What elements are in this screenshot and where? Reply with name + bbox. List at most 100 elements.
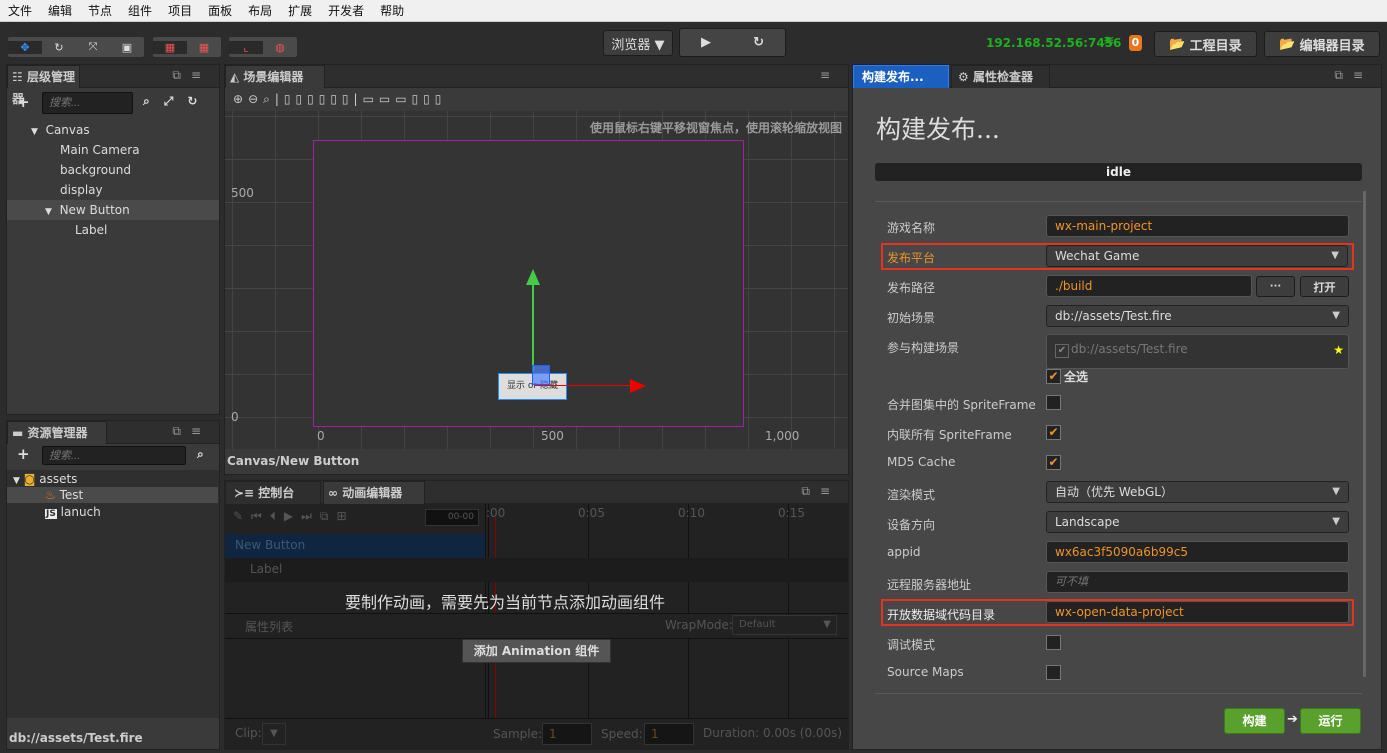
start-scene-select[interactable]: db://assets/Test.fire ▼ xyxy=(1046,305,1349,327)
menu-edit[interactable]: 编辑 xyxy=(48,2,72,19)
path-input[interactable]: ./build xyxy=(1046,275,1252,297)
editor-dir-button[interactable]: 📂 编辑器目录 xyxy=(1264,31,1380,57)
tree-node[interactable]: Main Camera xyxy=(60,143,140,157)
select-all-checkbox[interactable]: ✔ xyxy=(1046,369,1061,384)
browse-button[interactable]: ··· xyxy=(1256,276,1295,297)
tab-hierarchy[interactable]: ☷ 层级管理器 xyxy=(7,65,80,106)
menu-help[interactable]: 帮助 xyxy=(380,2,404,19)
notification-badge[interactable]: 0 xyxy=(1129,35,1142,51)
local-icon[interactable]: ▦ xyxy=(187,41,221,54)
animation-controls[interactable]: ✎⏮⏴▶⏭⧉⊞ xyxy=(233,509,355,524)
inline-checkbox[interactable]: ✔ xyxy=(1046,425,1061,440)
rotate-icon[interactable]: ↻ xyxy=(42,41,76,54)
md5-checkbox[interactable]: ✔ xyxy=(1046,455,1061,470)
assets-search-input[interactable] xyxy=(42,446,186,465)
wrapmode-select[interactable]: Default ▼ xyxy=(732,615,837,635)
scene-list: ✔ db://assets/Test.fire ★ xyxy=(1046,334,1349,369)
select-all-label: 全选 xyxy=(1064,370,1089,384)
debug-label: 调试模式 xyxy=(887,638,936,652)
add-animation-button[interactable]: 添加 Animation 组件 xyxy=(462,639,611,663)
tab-scene[interactable]: ◭ 场景编辑器 xyxy=(225,65,325,88)
tab-inspector[interactable]: ⚙ 属性检查器 xyxy=(951,65,1050,88)
debug-checkbox[interactable] xyxy=(1046,635,1061,650)
platform-select[interactable]: Wechat Game ▼ xyxy=(1046,245,1348,267)
caret-down-icon: ▼ xyxy=(823,619,831,630)
tab-label: 场景编辑器 xyxy=(243,70,304,84)
tab-assets[interactable]: ▬ 资源管理器 xyxy=(7,421,107,444)
menu-developer[interactable]: 开发者 xyxy=(328,2,364,19)
panel-menu-icon[interactable]: ⧉≡ xyxy=(172,68,211,83)
snap-icon[interactable]: ⌞ xyxy=(229,40,263,54)
gear-icon: ⚙ xyxy=(958,70,969,84)
panel-menu-icon[interactable]: ⧉≡ xyxy=(1334,68,1373,83)
speed-input[interactable]: 1 xyxy=(644,723,694,745)
tab-animation[interactable]: ∞ 动画编辑器 xyxy=(323,481,425,504)
y-label: 500 xyxy=(231,186,254,200)
tree-node-canvas[interactable]: ▼ Canvas xyxy=(31,123,90,137)
tree-node-selected[interactable]: ▼ New Button xyxy=(7,200,219,220)
project-dir-button[interactable]: 📂 工程目录 xyxy=(1154,31,1257,57)
hierarchy-search-input[interactable] xyxy=(42,92,133,114)
menu-panel[interactable]: 面板 xyxy=(208,2,232,19)
menu-node[interactable]: 节点 xyxy=(88,2,112,19)
panel-menu-icon[interactable]: ⧉≡ xyxy=(172,424,211,439)
y-axis-gizmo[interactable] xyxy=(532,283,534,371)
sample-input[interactable]: 1 xyxy=(542,723,592,745)
menu-file[interactable]: 文件 xyxy=(8,2,32,19)
caret-down-icon: ▼ xyxy=(1332,516,1340,527)
search-icon[interactable]: ⌕ xyxy=(143,94,164,108)
menu-component[interactable]: 组件 xyxy=(128,2,152,19)
search-icon[interactable]: ⌕ xyxy=(197,447,204,462)
merge-checkbox[interactable] xyxy=(1046,395,1061,410)
orientation-select[interactable]: Landscape ▼ xyxy=(1046,511,1349,533)
anim-node-row[interactable]: Label xyxy=(225,558,848,582)
play-icon[interactable]: ▶ xyxy=(701,35,711,50)
pivot-icon[interactable]: ▦ xyxy=(153,40,187,54)
expand-icon[interactable]: ⤢ xyxy=(164,94,188,108)
run-button[interactable]: 运行 xyxy=(1300,708,1361,734)
open-data-input[interactable]: wx-open-data-project xyxy=(1046,601,1349,623)
scrollbar[interactable] xyxy=(1363,191,1366,677)
arrow-right-icon xyxy=(630,379,646,393)
menu-project[interactable]: 项目 xyxy=(168,2,192,19)
move-icon[interactable]: ✥ xyxy=(8,40,42,54)
preview-ip[interactable]: 192.168.52.56:7456 xyxy=(986,36,1121,50)
move-handle[interactable] xyxy=(532,365,550,385)
refresh-icon[interactable]: ↻ xyxy=(753,35,764,50)
align-toolbar[interactable]: ⊕⊖⌕|▯▯▯▯▯▯|▭▭▭▯▯▯ xyxy=(233,92,446,107)
tree-node[interactable]: Label xyxy=(75,223,107,237)
asset-item[interactable]: ▼ ◙ assets xyxy=(13,472,77,486)
scale-icon[interactable]: ⤧ xyxy=(76,40,110,54)
menu-layout[interactable]: 布局 xyxy=(248,2,272,19)
menu-extension[interactable]: 扩展 xyxy=(288,2,312,19)
refresh-icon[interactable]: ↻ xyxy=(187,94,211,108)
anim-node-row[interactable]: New Button xyxy=(225,534,485,558)
panel-menu-icon[interactable]: ≡ xyxy=(820,68,840,82)
build-button[interactable]: 构建 xyxy=(1224,708,1285,734)
preview-platform-select[interactable]: 浏览器 ▼ xyxy=(603,30,673,56)
tab-build[interactable]: 构建发布... xyxy=(853,65,949,88)
remote-server-input[interactable] xyxy=(1046,571,1349,593)
tree-node[interactable]: display xyxy=(60,183,103,197)
tab-console[interactable]: ≻≡ 控制台 xyxy=(225,481,321,504)
sourcemap-checkbox[interactable] xyxy=(1046,665,1061,680)
asset-item-selected[interactable]: ♨ Test xyxy=(7,487,218,503)
scene-canvas[interactable]: 使用鼠标右键平移视窗焦点，使用滚轮缩放视图 500 0 0 500 1,000 … xyxy=(225,111,848,449)
add-node-button[interactable]: + xyxy=(17,93,30,111)
panel-menu-icon[interactable]: ⧉≡ xyxy=(801,484,840,499)
time-input[interactable]: 00-00 xyxy=(425,509,479,526)
scene-checkbox[interactable]: ✔ xyxy=(1055,344,1069,358)
render-select[interactable]: 自动（优先 WebGL） ▼ xyxy=(1046,481,1349,503)
appid-input[interactable]: wx6ac3f5090a6b99c5 xyxy=(1046,541,1349,563)
tab-label: 控制台 xyxy=(258,486,295,500)
x-axis-gizmo[interactable] xyxy=(534,385,630,386)
add-asset-button[interactable]: + xyxy=(17,445,30,463)
scene-panel: ◭ 场景编辑器 ≡ ⊕⊖⌕|▯▯▯▯▯▯|▭▭▭▯▯▯ 使用鼠标右键平移视窗焦点… xyxy=(224,64,849,475)
tree-node[interactable]: background xyxy=(60,163,131,177)
asset-item[interactable]: JS lanuch xyxy=(45,505,101,519)
rect-icon[interactable]: ▣ xyxy=(110,41,144,54)
clip-select[interactable]: ▼ xyxy=(262,723,286,745)
game-name-input[interactable]: wx-main-project xyxy=(1046,215,1349,237)
global-icon[interactable]: ◍ xyxy=(263,41,297,54)
open-button[interactable]: 打开 xyxy=(1300,276,1349,297)
